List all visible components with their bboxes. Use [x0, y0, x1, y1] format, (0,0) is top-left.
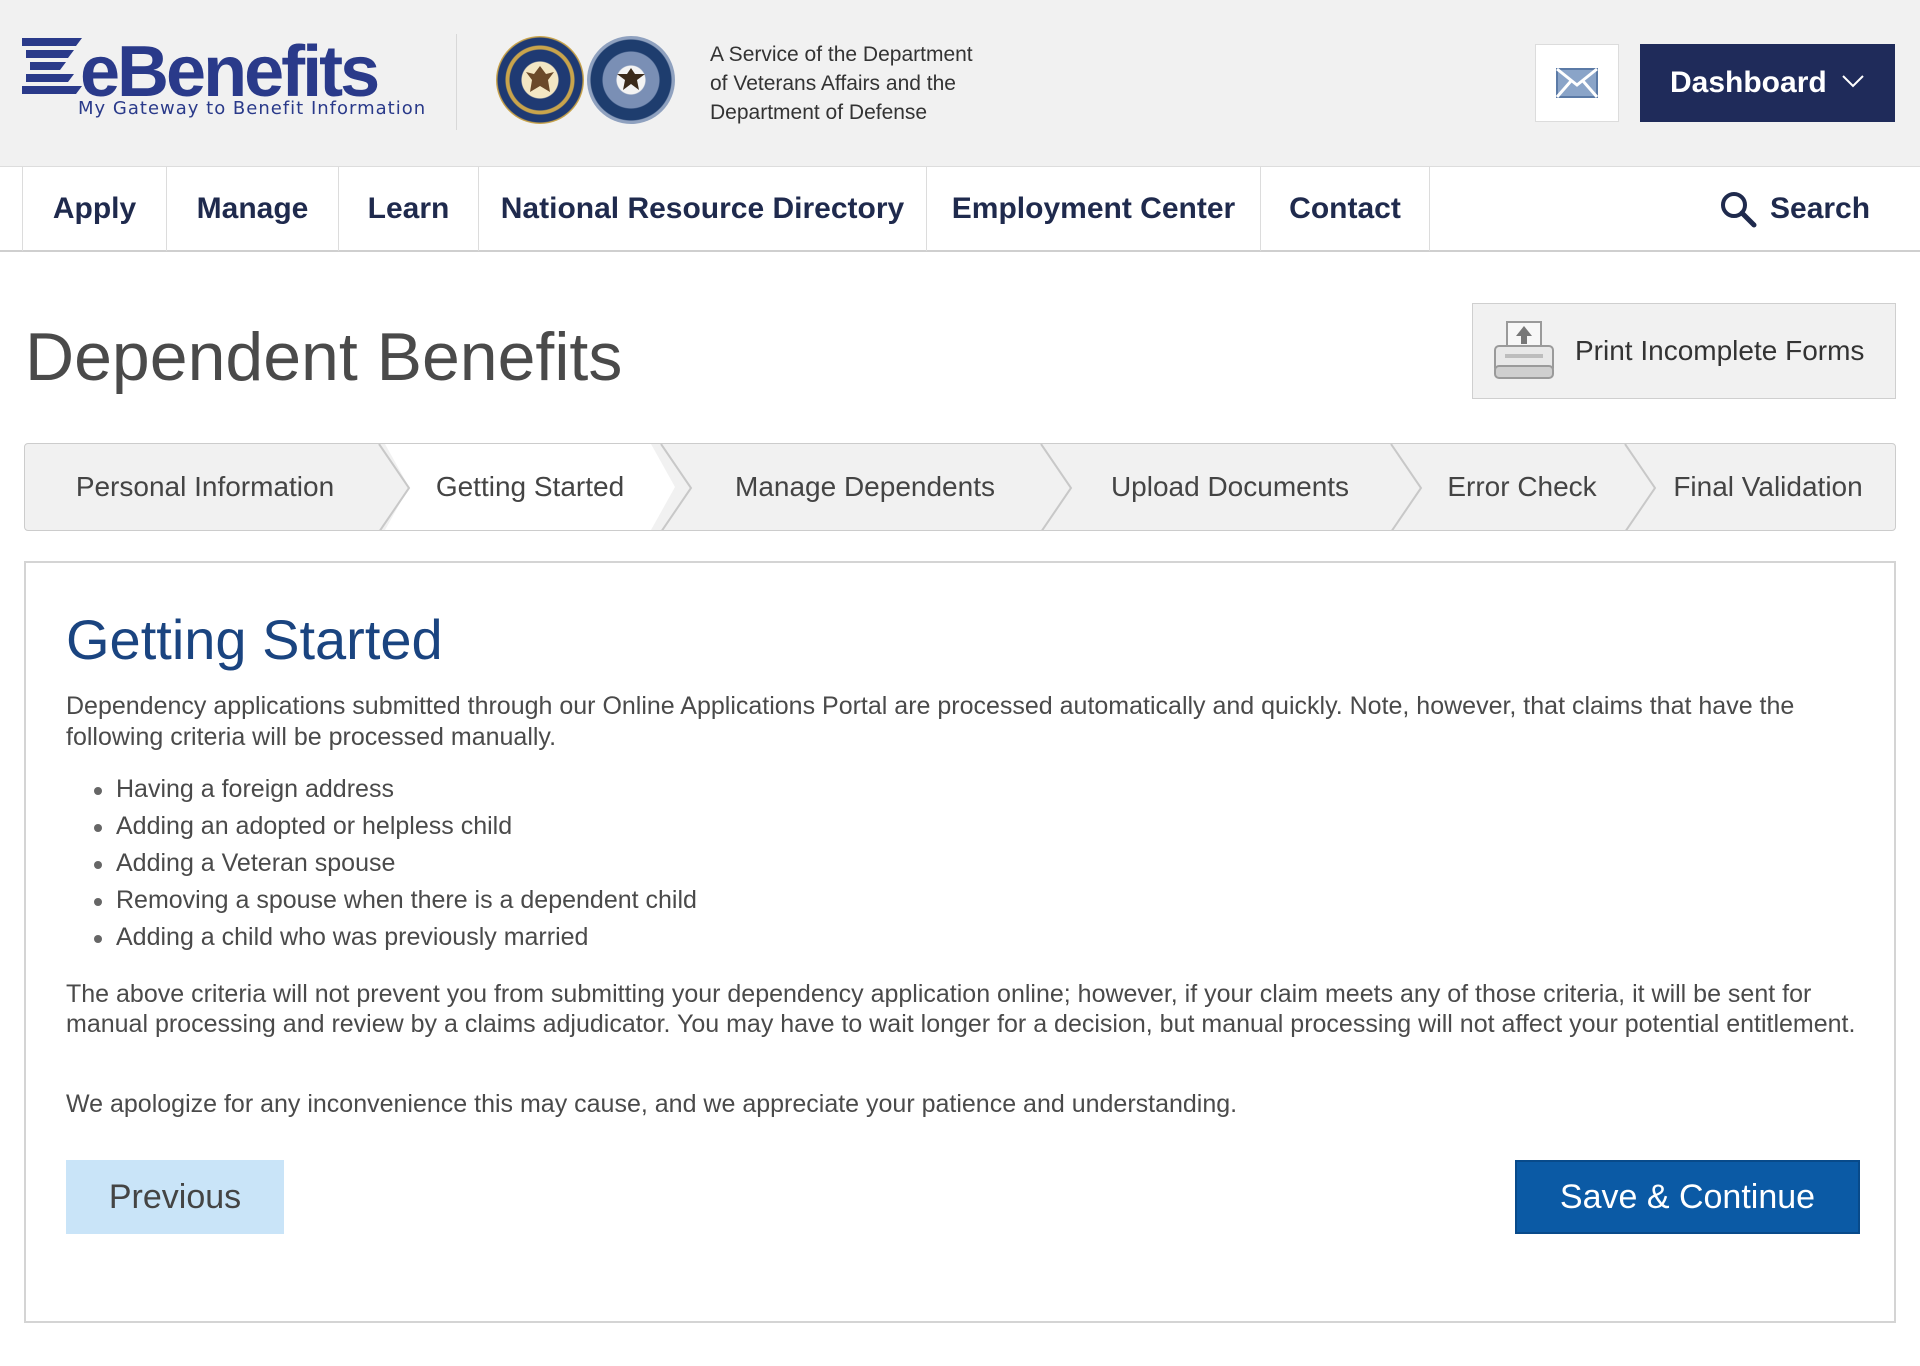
nav-item-national-resource-directory[interactable]: National Resource Directory: [478, 167, 926, 251]
list-item: Adding a Veteran spouse: [66, 845, 697, 882]
step-separator: [1390, 444, 1423, 530]
section-heading: Getting Started: [66, 608, 443, 671]
nav-item-apply[interactable]: Apply: [22, 167, 166, 251]
nav-item-manage[interactable]: Manage: [166, 167, 338, 251]
messages-button[interactable]: [1535, 44, 1619, 122]
list-item: Removing a spouse when there is a depend…: [66, 882, 697, 919]
va-seal-icon: [496, 36, 584, 124]
search-icon: [1721, 192, 1757, 228]
main-navigation: Apply Manage Learn National Resource Dir…: [0, 166, 1920, 252]
criteria-list: Having a foreign address Adding an adopt…: [66, 771, 697, 956]
nav-item-learn[interactable]: Learn: [338, 167, 478, 251]
print-incomplete-forms-button[interactable]: Print Incomplete Forms: [1472, 303, 1896, 399]
service-line: of Veterans Affairs and the: [710, 72, 956, 95]
save-continue-button[interactable]: Save & Continue: [1515, 1160, 1860, 1234]
site-header: eBenefits My Gateway to Benefit Informat…: [0, 0, 1920, 166]
step-getting-started[interactable]: Getting Started: [385, 444, 675, 530]
search-label: Search: [1770, 192, 1871, 225]
printer-icon: [1494, 321, 1554, 379]
print-label: Print Incomplete Forms: [1575, 335, 1865, 366]
previous-button[interactable]: Previous: [66, 1160, 284, 1234]
list-item: Having a foreign address: [66, 771, 697, 808]
page-title: Dependent Benefits: [25, 319, 623, 395]
step-separator: [1624, 444, 1657, 530]
list-item: Adding an adopted or helpless child: [66, 808, 697, 845]
ebenefits-logo[interactable]: eBenefits My Gateway to Benefit Informat…: [22, 32, 425, 126]
step-error-check[interactable]: Error Check: [1405, 444, 1639, 530]
step-separator: [378, 444, 411, 530]
step-upload-documents[interactable]: Upload Documents: [1055, 444, 1405, 530]
step-separator: [660, 444, 693, 530]
search-button[interactable]: Search: [1718, 167, 1870, 251]
service-description: A Service of the Department of Veterans …: [710, 40, 1030, 127]
logo-tagline: My Gateway to Benefit Information: [78, 98, 427, 119]
progress-steps: Personal Information Getting Started Man…: [24, 443, 1896, 531]
step-final-validation[interactable]: Final Validation: [1639, 444, 1895, 530]
dashboard-menu-button[interactable]: Dashboard: [1640, 44, 1895, 122]
dashboard-label: Dashboard: [1670, 66, 1827, 99]
header-divider: [456, 34, 457, 130]
dod-seal-icon: [587, 36, 675, 124]
list-item: Adding a child who was previously marrie…: [66, 919, 697, 956]
intro-paragraph: Dependency applications submitted throug…: [66, 692, 1795, 751]
service-line: A Service of the Department: [710, 43, 973, 66]
chevron-down-icon: [1842, 75, 1864, 88]
criteria-explanation: The above criteria will not prevent you …: [66, 980, 1856, 1038]
nav-item-contact[interactable]: Contact: [1260, 167, 1430, 251]
step-manage-dependents[interactable]: Manage Dependents: [675, 444, 1055, 530]
apology-paragraph: We apologize for any inconvenience this …: [66, 1090, 1238, 1118]
service-line: Department of Defense: [710, 101, 928, 124]
step-separator: [1040, 444, 1073, 530]
getting-started-panel: Getting Started Dependency applications …: [24, 561, 1896, 1323]
step-personal-information[interactable]: Personal Information: [25, 444, 385, 530]
envelope-icon: [1555, 67, 1599, 98]
nav-item-employment-center[interactable]: Employment Center: [926, 167, 1260, 251]
